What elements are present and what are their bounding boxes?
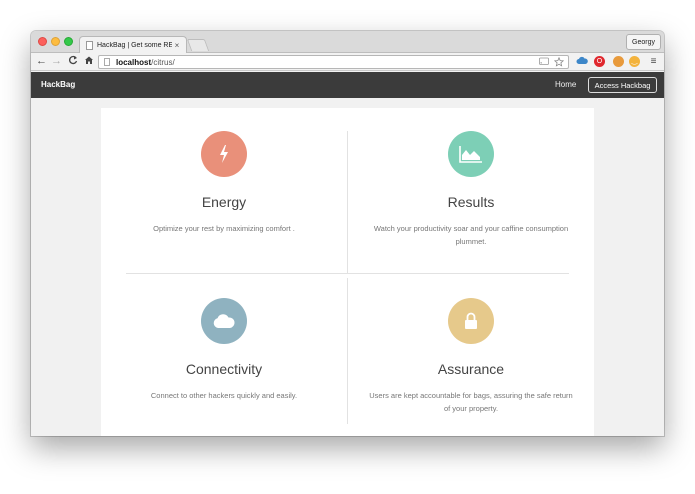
window-close-button[interactable] [38, 37, 47, 46]
feature-description: Connect to other hackers quickly and eas… [150, 391, 298, 400]
cookie-extension-icon[interactable] [613, 56, 624, 67]
reload-icon [68, 55, 77, 65]
page-viewport: HackBag Home Access Hackbag Energy Optim… [31, 72, 664, 436]
feature-title: Connectivity [185, 361, 263, 377]
tab-close-icon[interactable]: × [172, 41, 182, 50]
brand-link[interactable]: HackBag [41, 72, 75, 98]
divider-horizontal [126, 273, 569, 274]
emoji-extension-icon[interactable]: ‿ [629, 56, 640, 67]
lightning-icon [220, 145, 228, 163]
forward-button[interactable]: → [50, 55, 63, 68]
home-button[interactable] [82, 55, 95, 68]
feature-title: Results [447, 194, 495, 210]
window-maximize-button[interactable] [64, 37, 73, 46]
nav-home-link[interactable]: Home [555, 72, 576, 98]
bookmark-star-icon[interactable] [554, 57, 564, 67]
divider-vertical-top [347, 131, 348, 273]
feature-connectivity: Connectivity Connect to other hackers qu… [109, 298, 339, 402]
connectivity-icon-circle [201, 298, 247, 344]
cast-icon[interactable] [539, 57, 549, 66]
new-tab-button[interactable] [186, 39, 210, 51]
home-icon [84, 56, 93, 64]
opera-extension-icon[interactable]: O [594, 56, 605, 67]
site-navbar: HackBag Home Access Hackbag [31, 72, 664, 98]
omnibox-icons [539, 57, 564, 67]
feature-energy: Energy Optimize your rest by maximizing … [109, 131, 339, 235]
cloud-extension-icon[interactable] [576, 56, 588, 67]
browser-tab[interactable]: HackBag | Get some REST × [79, 36, 187, 54]
divider-vertical-bottom [347, 278, 348, 424]
address-bar[interactable]: localhost/citrus/ [98, 55, 569, 69]
browser-menu-icon[interactable]: ≡ [648, 56, 659, 67]
tab-strip: HackBag | Get some REST × Georgy [31, 31, 664, 54]
url-host: localhost [116, 57, 152, 67]
features-card: Energy Optimize your rest by maximizing … [101, 108, 594, 436]
browser-window: HackBag | Get some REST × Georgy ← → loc… [31, 31, 664, 436]
page-favicon-icon [86, 41, 93, 50]
page-icon [104, 58, 110, 66]
feature-title: Energy [201, 194, 247, 210]
feature-results: Results Watch your productivity soar and… [356, 131, 586, 248]
window-minimize-button[interactable] [51, 37, 60, 46]
feature-title: Assurance [437, 361, 505, 377]
back-button[interactable]: ← [35, 55, 48, 68]
lock-icon [465, 312, 477, 329]
assurance-icon-circle [448, 298, 494, 344]
profile-button[interactable]: Georgy [626, 34, 661, 50]
feature-description: Optimize your rest by maximizing comfort… [153, 224, 295, 233]
reload-button[interactable] [66, 55, 79, 68]
url-path: /citrus/ [151, 57, 175, 67]
cloud-icon [213, 314, 235, 328]
feature-assurance: Assurance Users are kept accountable for… [356, 298, 586, 415]
area-chart-icon [459, 146, 482, 163]
energy-icon-circle [201, 131, 247, 177]
feature-description: Watch your productivity soar and your ca… [373, 224, 569, 246]
results-icon-circle [448, 131, 494, 177]
tab-title: HackBag | Get some REST [97, 42, 172, 49]
access-hackbag-button[interactable]: Access Hackbag [588, 77, 657, 93]
browser-toolbar: ← → localhost/citrus/ O ‿ ≡ [31, 53, 664, 71]
feature-description: Users are kept accountable for bags, ass… [369, 391, 573, 413]
